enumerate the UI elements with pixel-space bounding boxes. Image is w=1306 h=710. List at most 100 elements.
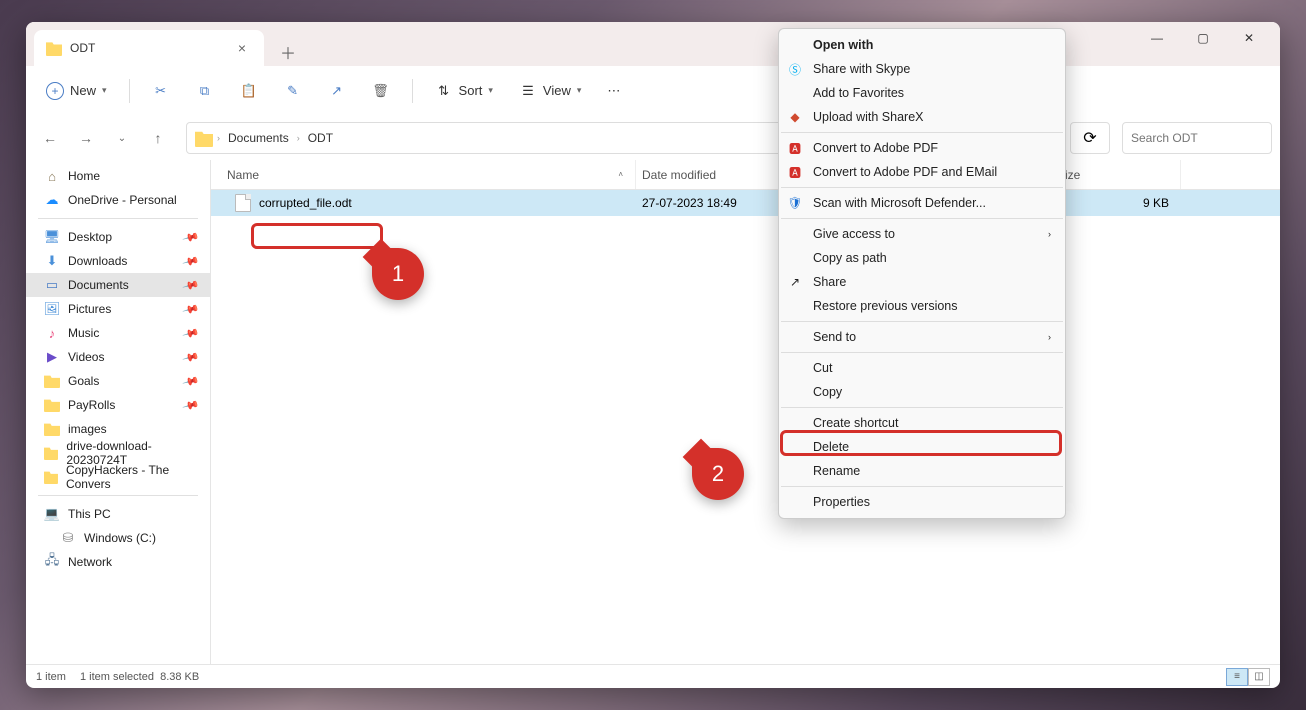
ctx-adobe-pdf[interactable]: 🅰Convert to Adobe PDF	[779, 136, 1065, 160]
ctx-defender[interactable]: 🛡Scan with Microsoft Defender...	[779, 191, 1065, 215]
paste-button[interactable]: 📋	[230, 76, 268, 106]
sidebar-item-home[interactable]: ⌂Home	[26, 164, 210, 188]
file-name: corrupted_file.odt	[259, 196, 352, 210]
nav-row: ← → ⌄ ↑ › Documents › ODT ⟳ 🔍	[26, 116, 1280, 160]
ctx-delete[interactable]: Delete	[779, 435, 1065, 459]
share-icon: ↗	[787, 274, 803, 290]
search-input[interactable]	[1131, 131, 1280, 145]
delete-button[interactable]: 🗑	[362, 76, 400, 106]
ellipsis-icon: ⋯	[607, 83, 620, 99]
ctx-send-to[interactable]: Send to›	[779, 325, 1065, 349]
sidebar-label: This PC	[68, 507, 111, 521]
sidebar-label: Videos	[68, 350, 104, 364]
tab-title: ODT	[70, 41, 224, 55]
ctx-give-access[interactable]: Give access to›	[779, 222, 1065, 246]
sidebar-item-onedrive[interactable]: ☁ OneDrive - Personal	[26, 188, 210, 212]
search-box[interactable]: 🔍	[1122, 122, 1272, 154]
sidebar-item-goals[interactable]: Goals 📌	[26, 369, 210, 393]
sidebar-label: Music	[68, 326, 99, 340]
copy-button[interactable]: ⧉	[186, 76, 224, 106]
sidebar-item-thispc[interactable]: 💻 This PC	[26, 502, 210, 526]
chevron-down-icon: ▾	[102, 85, 107, 96]
file-row[interactable]: corrupted_file.odt 27-07-2023 18:49 … 9 …	[211, 190, 1280, 216]
ctx-add-favorites[interactable]: Add to Favorites	[779, 81, 1065, 105]
more-button[interactable]: ⋯	[597, 77, 630, 105]
chevron-down-icon: ▾	[577, 85, 582, 96]
details-view-toggle[interactable]: ≡	[1226, 668, 1248, 686]
recent-locations-button[interactable]: ⌄	[106, 122, 138, 154]
refresh-button[interactable]: ⟳	[1070, 122, 1110, 154]
new-tab-button[interactable]: ＋	[272, 38, 304, 66]
sidebar-item-pictures[interactable]: 🖼Pictures📌	[26, 297, 210, 321]
music-icon: ♪	[44, 325, 60, 341]
sidebar-item-drivedl[interactable]: drive-download-20230724T	[26, 441, 210, 465]
ctx-copy[interactable]: Copy	[779, 380, 1065, 404]
separator	[781, 407, 1063, 408]
pdf-email-icon: 🅰	[787, 164, 803, 180]
callout-1: 1	[372, 248, 424, 300]
network-icon: 🖧	[44, 554, 60, 570]
tab-odt[interactable]: ODT ×	[34, 30, 264, 66]
maximize-button[interactable]: ▢	[1180, 22, 1226, 54]
pin-icon: 📌	[182, 324, 200, 342]
breadcrumb-documents[interactable]: Documents	[224, 127, 293, 149]
close-window-button[interactable]: ✕	[1226, 22, 1272, 54]
sidebar-item-images[interactable]: images	[26, 417, 210, 441]
ctx-properties[interactable]: Properties	[779, 490, 1065, 514]
ctx-upload-sharex[interactable]: ◆Upload with ShareX	[779, 105, 1065, 129]
forward-button[interactable]: →	[70, 122, 102, 154]
chevron-right-icon: ›	[1048, 332, 1051, 342]
sidebar-item-videos[interactable]: ▶Videos📌	[26, 345, 210, 369]
separator	[412, 79, 413, 103]
view-toggles: ≡ ◫	[1226, 668, 1270, 686]
sidebar: ⌂Home ☁ OneDrive - Personal 🖥Desktop📌 ⬇Do…	[26, 160, 211, 664]
ctx-open-with[interactable]: Open with	[779, 33, 1065, 57]
cloud-icon: ☁	[44, 192, 60, 208]
skype-icon: Ⓢ	[787, 61, 803, 77]
sidebar-item-copyhackers[interactable]: CopyHackers - The Convers	[26, 465, 210, 489]
ctx-rename[interactable]: Rename	[779, 459, 1065, 483]
ctx-cut[interactable]: Cut	[779, 356, 1065, 380]
col-header-size[interactable]: Size	[1051, 160, 1181, 189]
sidebar-label: Goals	[68, 374, 99, 388]
share-button[interactable]: ↗	[318, 76, 356, 106]
home-icon: ⌂	[44, 168, 60, 184]
folder-icon	[46, 40, 62, 56]
sidebar-item-payrolls[interactable]: PayRolls📌	[26, 393, 210, 417]
sidebar-item-music[interactable]: ♪ Music 📌	[26, 321, 210, 345]
sidebar-item-downloads[interactable]: ⬇Downloads📌	[26, 249, 210, 273]
separator	[781, 132, 1063, 133]
minimize-button[interactable]: —	[1134, 22, 1180, 54]
sidebar-item-network[interactable]: 🖧 Network	[26, 550, 210, 574]
col-header-name[interactable]: Name ˄	[211, 160, 636, 189]
new-button[interactable]: + New ▾	[36, 76, 117, 106]
pin-icon: 📌	[182, 252, 200, 270]
pc-icon: 💻	[44, 506, 60, 522]
ctx-share[interactable]: ↗Share	[779, 270, 1065, 294]
back-button[interactable]: ←	[34, 122, 66, 154]
sidebar-label: Network	[68, 555, 112, 569]
up-button[interactable]: ↑	[142, 122, 174, 154]
close-tab-button[interactable]: ×	[232, 38, 252, 58]
rename-button[interactable]: ✎	[274, 76, 312, 106]
view-button[interactable]: ☰ View ▾	[509, 76, 591, 106]
sidebar-item-desktop[interactable]: 🖥Desktop📌	[26, 225, 210, 249]
pin-icon: 📌	[182, 372, 200, 390]
ctx-create-shortcut[interactable]: Create shortcut	[779, 411, 1065, 435]
sidebar-label: CopyHackers - The Convers	[66, 463, 198, 491]
sidebar-item-cdrive[interactable]: ⛁Windows (C:)	[26, 526, 210, 550]
breadcrumb-odt[interactable]: ODT	[304, 127, 337, 149]
trash-icon: 🗑	[372, 82, 390, 100]
ctx-adobe-email[interactable]: 🅰Convert to Adobe PDF and EMail	[779, 160, 1065, 184]
cut-button[interactable]: ✂	[142, 76, 180, 106]
ctx-copy-path[interactable]: Copy as path	[779, 246, 1065, 270]
sidebar-label: OneDrive - Personal	[68, 193, 177, 207]
sort-button[interactable]: ⇅ Sort ▾	[425, 76, 503, 106]
separator	[38, 218, 198, 219]
ctx-share-skype[interactable]: ⓈShare with Skype	[779, 57, 1065, 81]
view-icon: ☰	[519, 82, 537, 100]
toolbar: + New ▾ ✂ ⧉ 📋 ✎ ↗ 🗑 ⇅ Sort ▾ ☰ View ▾ ⋯	[26, 66, 1280, 116]
icons-view-toggle[interactable]: ◫	[1248, 668, 1270, 686]
ctx-restore[interactable]: Restore previous versions	[779, 294, 1065, 318]
sidebar-item-documents[interactable]: ▭Documents📌	[26, 273, 210, 297]
